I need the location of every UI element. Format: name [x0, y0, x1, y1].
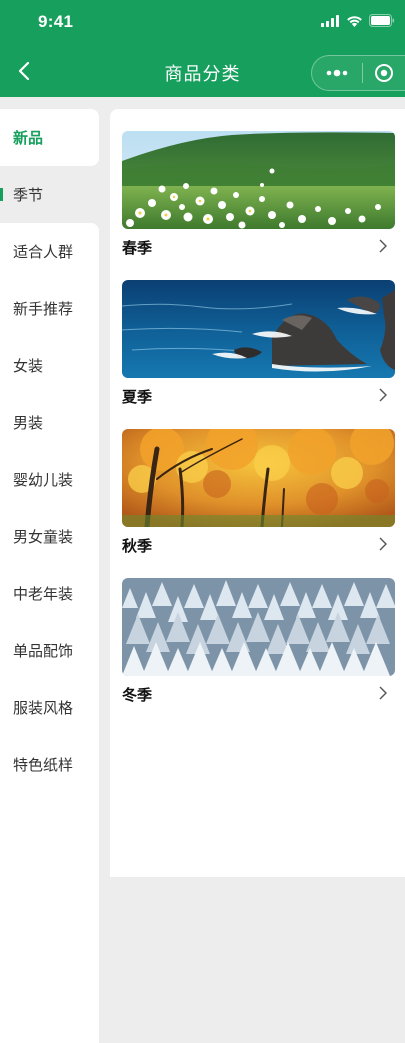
winter-forest-image	[122, 578, 395, 676]
status-bar: 9:41	[0, 0, 405, 46]
sidebar-item-season[interactable]: 季节	[0, 166, 99, 223]
status-icons	[321, 14, 395, 27]
sidebar-item-baby[interactable]: 婴幼儿装	[0, 451, 99, 508]
category-label: 夏季	[122, 388, 153, 406]
category-label: 秋季	[122, 537, 153, 555]
sidebar-item-kids[interactable]: 男女童装	[0, 508, 99, 565]
more-dots-icon	[326, 69, 348, 77]
summer-sea-image	[122, 280, 395, 378]
sidebar-item-seniors[interactable]: 中老年装	[0, 565, 99, 622]
chevron-right-icon	[379, 686, 387, 700]
sidebar-item-label: 中老年装	[13, 585, 74, 603]
more-button[interactable]	[312, 56, 362, 90]
sidebar-item-label: 单品配饰	[13, 642, 74, 660]
autumn-trees-image	[122, 429, 395, 527]
sidebar-item-target-group[interactable]: 适合人群	[0, 223, 99, 280]
wifi-icon	[347, 15, 362, 27]
category-card-autumn[interactable]: 秋季	[122, 429, 395, 555]
sidebar-item-accessories[interactable]: 单品配饰	[0, 622, 99, 679]
sidebar-item-style[interactable]: 服装风格	[0, 679, 99, 736]
sidebar-item-label: 男装	[13, 414, 44, 432]
target-icon	[375, 64, 393, 82]
selection-marker	[0, 188, 3, 201]
category-label: 冬季	[122, 686, 153, 704]
category-label: 春季	[122, 239, 153, 257]
battery-icon	[369, 14, 395, 27]
sidebar-item-label: 婴幼儿装	[13, 471, 74, 489]
chevron-right-icon	[379, 239, 387, 253]
category-card-winter[interactable]: 冬季	[122, 578, 395, 704]
sidebar-item-label: 季节	[13, 186, 44, 204]
category-card-summer[interactable]: 夏季	[122, 280, 395, 406]
mini-program-capsule	[311, 55, 405, 91]
sidebar-item-patterns[interactable]: 特色纸样	[0, 736, 99, 793]
sidebar-item-label: 新手推荐	[13, 300, 74, 318]
sidebar-item-label: 新品	[13, 129, 44, 147]
sidebar-filler	[0, 793, 99, 1043]
close-mini-program-button[interactable]	[363, 56, 405, 90]
sidebar-item-women[interactable]: 女装	[0, 337, 99, 394]
signal-icon	[321, 14, 339, 27]
sidebar-item-label: 女装	[13, 357, 44, 375]
sidebar-item-label: 男女童装	[13, 528, 74, 546]
category-card-spring[interactable]: 春季	[122, 131, 395, 257]
sidebar-item-label: 适合人群	[13, 243, 74, 261]
status-time: 9:41	[38, 12, 74, 31]
category-sidebar: 新品 季节 适合人群 新手推荐 女装 男装 婴幼儿装 男女童装 中老年装 单品配…	[0, 109, 99, 1043]
sidebar-item-label: 服装风格	[13, 699, 74, 717]
app-header: 9:41 商品分类	[0, 0, 405, 97]
sidebar-item-label: 特色纸样	[13, 756, 74, 774]
chevron-right-icon	[379, 537, 387, 551]
sidebar-item-new[interactable]: 新品	[0, 109, 99, 166]
nav-bar: 商品分类	[0, 46, 405, 97]
spring-meadow-image	[122, 131, 395, 229]
chevron-right-icon	[379, 388, 387, 402]
sidebar-item-men[interactable]: 男装	[0, 394, 99, 451]
sidebar-item-beginner[interactable]: 新手推荐	[0, 280, 99, 337]
category-content: 春季 夏季 秋季 冬季	[110, 109, 405, 877]
